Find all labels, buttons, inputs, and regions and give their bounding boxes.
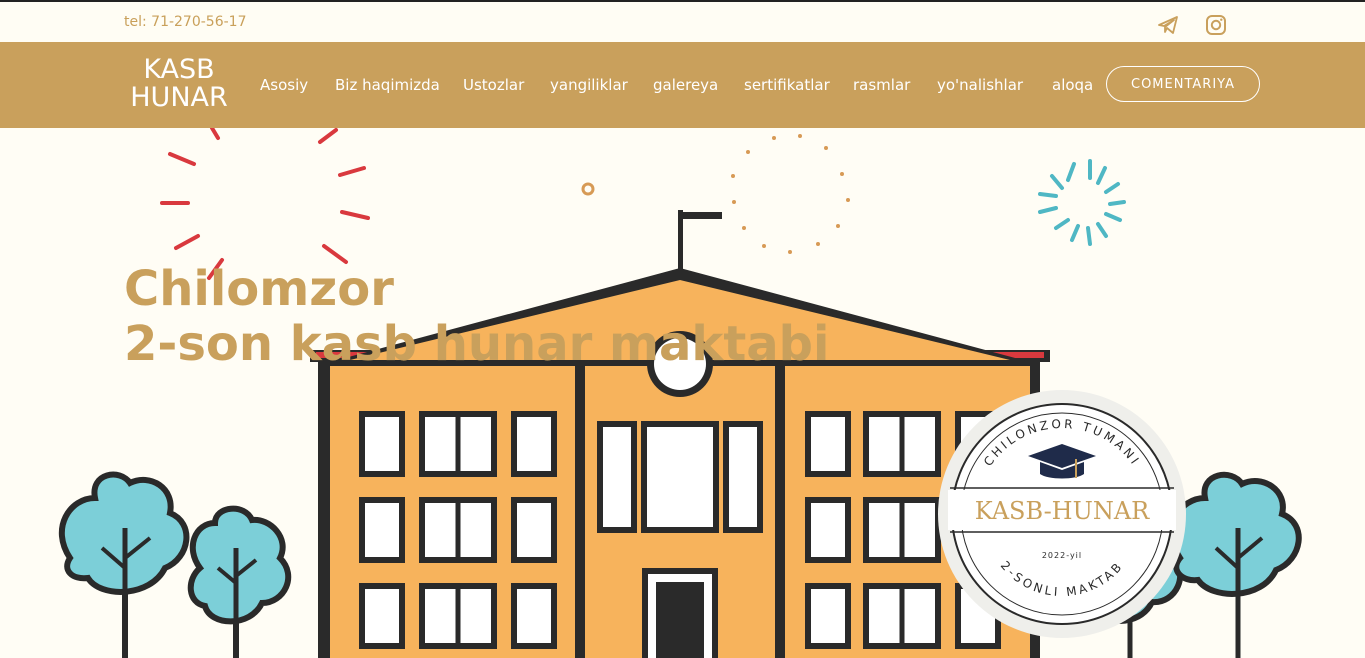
- hero-title-line-1: Chilomzor: [124, 261, 394, 317]
- badge-year-text: 2022-yil: [1042, 551, 1082, 560]
- hero-section: Chilomzor 2-son kasb hunar maktabi CHILO…: [0, 128, 1365, 658]
- hero-title-line-2: 2-son kasb hunar maktabi: [124, 316, 830, 372]
- nav-item-ustozlar[interactable]: Ustozlar: [463, 76, 524, 94]
- dot-firework: [731, 134, 850, 254]
- main-navbar: KASB HUNAR Asosiy Biz haqimizda Ustozlar…: [0, 42, 1365, 128]
- nav-item-galereya[interactable]: galereya: [653, 76, 718, 94]
- nav-item-asosiy[interactable]: Asosiy: [260, 76, 308, 94]
- nav-item-sertifikatlar[interactable]: sertifikatlar: [744, 76, 830, 94]
- teal-firework: [1038, 159, 1126, 246]
- nav-item-yangiliklar[interactable]: yangiliklar: [550, 76, 628, 94]
- trees-left: [58, 471, 292, 658]
- instagram-icon[interactable]: [1204, 13, 1228, 37]
- hero-title: Chilomzor 2-son kasb hunar maktabi: [124, 262, 829, 372]
- phone-number[interactable]: tel: 71-270-56-17: [124, 14, 246, 30]
- telegram-icon[interactable]: [1156, 13, 1180, 37]
- comment-button[interactable]: COMENTARIYA: [1106, 66, 1260, 102]
- red-firework: [160, 128, 370, 280]
- small-ring: [581, 182, 595, 196]
- school-badge: CHILONZOR TUMANI 2-SONLI MAKTAB KASB-HUN…: [938, 390, 1186, 638]
- nav-item-aloqa[interactable]: aloqa: [1052, 76, 1093, 94]
- nav-item-biz-haqimizda[interactable]: Biz haqimizda: [335, 76, 440, 94]
- nav-item-rasmlar[interactable]: rasmlar: [853, 76, 910, 94]
- badge-main-text: KASB-HUNAR: [975, 497, 1150, 525]
- top-info-bar: tel: 71-270-56-17: [0, 2, 1365, 42]
- nav-item-yonalishlar[interactable]: yo'nalishlar: [937, 76, 1023, 94]
- brand-line-1: KASB: [143, 54, 215, 85]
- brand-logo[interactable]: KASB HUNAR: [124, 56, 234, 112]
- brand-line-2: HUNAR: [130, 82, 228, 113]
